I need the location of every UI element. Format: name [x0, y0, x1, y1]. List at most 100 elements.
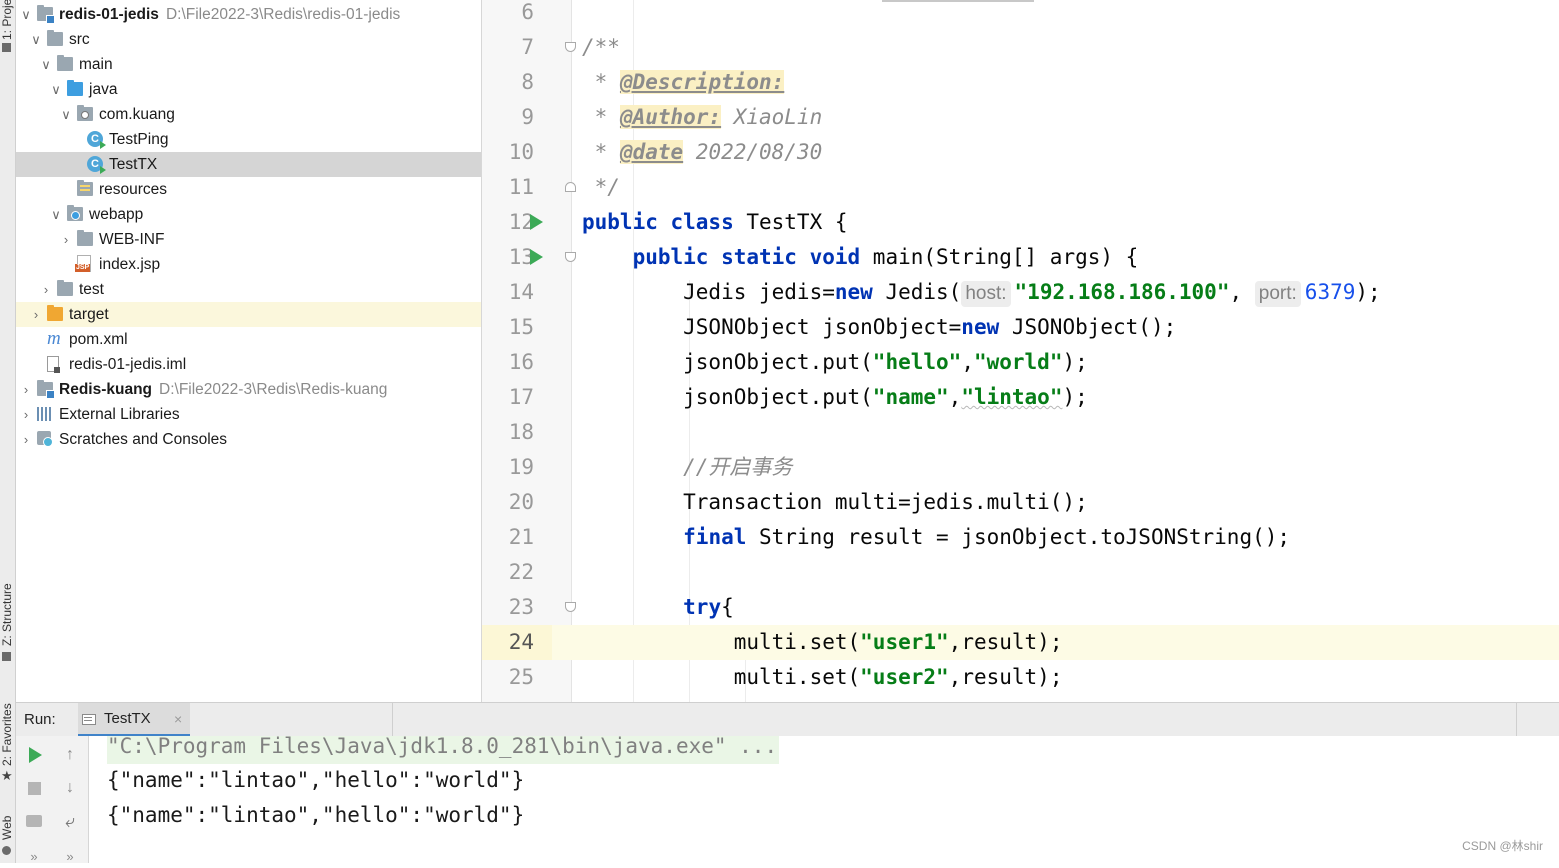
soft-wrap-icon[interactable]: ⤶	[59, 810, 81, 832]
tree-item[interactable]: › Redis-kuang D:\File2022-3\Redis\Redis-ku…	[16, 377, 481, 402]
parameter-hint: port:	[1254, 281, 1301, 307]
play-icon[interactable]	[23, 744, 45, 766]
web-tool-tab[interactable]: Web	[0, 806, 15, 840]
project-tool-tab[interactable]: 1: Project	[0, 0, 15, 40]
code-token: TestTX {	[733, 210, 848, 234]
favorites-star-icon[interactable]: ★	[1, 768, 13, 784]
tree-item-path: D:\File2022-3\Redis\Redis-kuang	[159, 381, 388, 398]
more-tools-left[interactable]: »	[23, 846, 45, 868]
chevron-right-icon[interactable]: ›	[20, 427, 32, 452]
tree-item[interactable]: JSP index.jsp	[16, 252, 481, 277]
tree-item-label: TestPing	[109, 131, 169, 148]
tree-item[interactable]: ∨ webapp	[16, 202, 481, 227]
code-line[interactable]: 25 multi.set("user2",result);	[482, 660, 1559, 695]
code-line[interactable]: 7 /**	[482, 30, 1559, 65]
tree-item[interactable]: m pom.xml	[16, 327, 481, 352]
web-folder-icon	[67, 205, 83, 221]
console-output-line: {"name":"lintao","hello":"world"}	[107, 768, 525, 792]
tree-item[interactable]: resources	[16, 177, 481, 202]
tree-item[interactable]: › WEB-INF	[16, 227, 481, 252]
chevron-right-icon[interactable]: ›	[60, 227, 72, 252]
chevron-right-icon[interactable]: ›	[40, 277, 52, 302]
folder-icon	[47, 30, 63, 46]
fold-collapse-icon[interactable]	[565, 602, 576, 612]
code-line[interactable]: 8 * @Description:	[482, 65, 1559, 100]
chevron-right-icon[interactable]: ›	[20, 402, 32, 427]
code-token: "hello"	[872, 350, 962, 374]
structure-tool-tab[interactable]: Z: Structure	[0, 570, 15, 646]
tree-item[interactable]: C TestPing	[16, 127, 481, 152]
code-text: //开启事务	[582, 450, 792, 485]
chevron-down-icon[interactable]: ∨	[50, 77, 62, 102]
code-line[interactable]: 21 final String result = jsonObject.toJS…	[482, 520, 1559, 555]
close-icon[interactable]: ×	[174, 703, 182, 735]
code-line[interactable]: 9 * @Author: XiaoLin	[482, 100, 1559, 135]
fold-collapse-icon[interactable]	[565, 252, 576, 262]
run-gutter-icon[interactable]	[530, 249, 543, 265]
code-token: multi.set(	[582, 630, 861, 654]
structure-tool-icon[interactable]	[2, 652, 11, 661]
run-console[interactable]: "C:\Program Files\Java\jdk1.8.0_281\bin\…	[89, 736, 1559, 863]
tree-item[interactable]: C TestTX	[16, 152, 481, 177]
chevron-right-icon[interactable]: ›	[20, 377, 32, 402]
run-gutter-icon[interactable]	[530, 214, 543, 230]
code-line[interactable]: 23 try{	[482, 590, 1559, 625]
fold-collapse-icon[interactable]	[565, 42, 576, 52]
code-line[interactable]: 22	[482, 555, 1559, 590]
code-line[interactable]: 19 //开启事务	[482, 450, 1559, 485]
favorites-tool-tab[interactable]: 2: Favorites	[0, 690, 15, 766]
parameter-hint: host:	[961, 281, 1011, 307]
code-line[interactable]: 14 Jedis jedis=new Jedis(host: "192.168.1…	[482, 275, 1559, 310]
tree-item-label: src	[69, 31, 90, 48]
code-token: jsonObject.put(	[582, 385, 873, 409]
code-text: try{	[582, 590, 734, 625]
code-line[interactable]: 11 */	[482, 170, 1559, 205]
tree-item-label: pom.xml	[69, 331, 128, 348]
code-line[interactable]: 15 JSONObject jsonObject=new JSONObject(…	[482, 310, 1559, 345]
code-line[interactable]: 10 * @date 2022/08/30	[482, 135, 1559, 170]
tree-item-label: test	[79, 281, 104, 298]
code-text: */	[582, 170, 620, 205]
code-line[interactable]: 20 Transaction multi=jedis.multi();	[482, 485, 1559, 520]
run-tab-testtx[interactable]: TestTX ×	[78, 703, 190, 737]
tree-item[interactable]: ∨ redis-01-jedis D:\File2022-3\Redis\redis…	[16, 2, 481, 27]
code-token: String result = jsonObject.toJSONString(…	[746, 525, 1291, 549]
tree-item[interactable]: › Scratches and Consoles	[16, 427, 481, 452]
tree-item[interactable]: ∨ main	[16, 52, 481, 77]
code-token: @Description:	[619, 70, 785, 94]
code-token: jsonObject.put(	[582, 350, 873, 374]
code-line[interactable]: 13 public static void main(String[] args…	[482, 240, 1559, 275]
chevron-down-icon[interactable]: ∨	[50, 202, 62, 227]
arrow-down-icon[interactable]: ↓	[59, 777, 81, 799]
tree-item[interactable]: redis-01-jedis.iml	[16, 352, 481, 377]
code-token: */	[582, 175, 620, 199]
more-tools-right[interactable]: »	[59, 846, 81, 868]
code-line[interactable]: 24 multi.set("user1",result);	[482, 625, 1559, 660]
stop-icon[interactable]	[23, 777, 45, 799]
tree-item[interactable]: › External Libraries	[16, 402, 481, 427]
chevron-right-icon[interactable]: ›	[30, 302, 42, 327]
chevron-down-icon[interactable]: ∨	[40, 52, 52, 77]
chevron-down-icon[interactable]: ∨	[20, 2, 32, 27]
tree-item[interactable]: ∨ src	[16, 27, 481, 52]
tree-item-label: WEB-INF	[99, 231, 165, 248]
chevron-down-icon[interactable]: ∨	[60, 102, 72, 127]
tree-item-path: D:\File2022-3\Redis\redis-01-jedis	[165, 6, 401, 23]
fold-end-icon[interactable]	[565, 182, 576, 192]
code-line[interactable]: 12 public class TestTX {	[482, 205, 1559, 240]
tree-item[interactable]: › test	[16, 277, 481, 302]
tree-item[interactable]: ∨ com.kuang	[16, 102, 481, 127]
web-tool-icon[interactable]	[2, 846, 11, 855]
arrow-up-icon[interactable]: ↑	[59, 744, 81, 766]
code-line[interactable]: 6	[482, 0, 1559, 30]
code-editor[interactable]: 6 7/** 8 * @Description: 9 * @Author: XiaoL…	[482, 0, 1559, 702]
tree-item[interactable]: ∨ java	[16, 77, 481, 102]
camera-icon[interactable]	[23, 810, 45, 832]
chevron-down-icon[interactable]: ∨	[30, 27, 42, 52]
project-tool-icon[interactable]	[2, 43, 11, 52]
line-number: 16	[508, 350, 534, 374]
code-line[interactable]: 18	[482, 415, 1559, 450]
code-line[interactable]: 16 jsonObject.put("hello","world");	[482, 345, 1559, 380]
tree-item[interactable]: › target	[16, 302, 481, 327]
code-line[interactable]: 17 jsonObject.put("name","lintao");	[482, 380, 1559, 415]
